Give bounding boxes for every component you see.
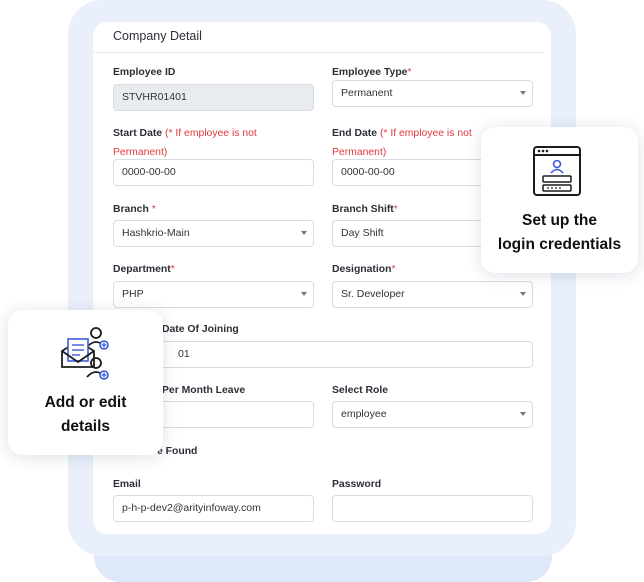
end-date-note: Permanent)	[332, 147, 387, 158]
password-input[interactable]	[332, 495, 533, 522]
department-select[interactable]: PHP	[113, 281, 314, 308]
branch-shift-label: Branch Shift*	[332, 204, 398, 215]
date-of-joining-label: Date Of Joining	[162, 324, 239, 335]
edit-details-icon	[61, 327, 109, 380]
company-detail-card: Company Detail Employee ID STVHR01401 Em…	[93, 22, 551, 534]
email-label: Email	[113, 479, 141, 490]
chevron-down-icon	[301, 292, 307, 296]
chevron-down-icon	[520, 91, 526, 95]
start-date-label: Start Date (* If employee is not	[113, 128, 257, 139]
designation-select[interactable]: Sr. Developer	[332, 281, 533, 308]
login-callout-line2: login credentials	[497, 236, 622, 253]
branch-label: Branch *	[113, 204, 156, 215]
login-credentials-callout: Set up the login credentials	[481, 127, 638, 273]
select-role-label: Select Role	[332, 385, 389, 396]
select-role-select[interactable]: employee	[332, 401, 533, 428]
branch-select[interactable]: Hashkrio-Main	[113, 220, 314, 247]
details-callout-line1: Add or edit	[44, 394, 127, 411]
employee-type-label: Employee Type*	[332, 67, 412, 78]
login-window-icon	[533, 146, 581, 196]
employee-id-field: STVHR01401	[113, 84, 314, 111]
chevron-down-icon	[520, 292, 526, 296]
password-label: Password	[332, 479, 382, 490]
employee-type-select[interactable]: Permanent	[332, 80, 533, 107]
card-title: Company Detail	[113, 29, 202, 43]
login-callout-line1: Set up the	[522, 212, 597, 229]
department-label: Department*	[113, 264, 175, 275]
details-callout-line2: details	[60, 418, 111, 435]
chevron-down-icon	[520, 412, 526, 416]
start-date-note: Permanent)	[113, 147, 168, 158]
email-input[interactable]: p-h-p-dev2@arityinfoway.com	[113, 495, 314, 522]
date-of-joining-input[interactable]: 01	[113, 341, 533, 368]
end-date-label: End Date (* If employee is not	[332, 128, 472, 139]
per-month-leave-label: Per Month Leave	[162, 385, 246, 396]
chevron-down-icon	[301, 231, 307, 235]
divider	[93, 52, 545, 53]
employee-id-label: Employee ID	[113, 67, 176, 78]
designation-label: Designation*	[332, 264, 396, 275]
start-date-input[interactable]: 0000-00-00	[113, 159, 314, 186]
edit-details-callout: Add or edit details	[8, 310, 163, 455]
found-text: e Found	[157, 446, 198, 457]
